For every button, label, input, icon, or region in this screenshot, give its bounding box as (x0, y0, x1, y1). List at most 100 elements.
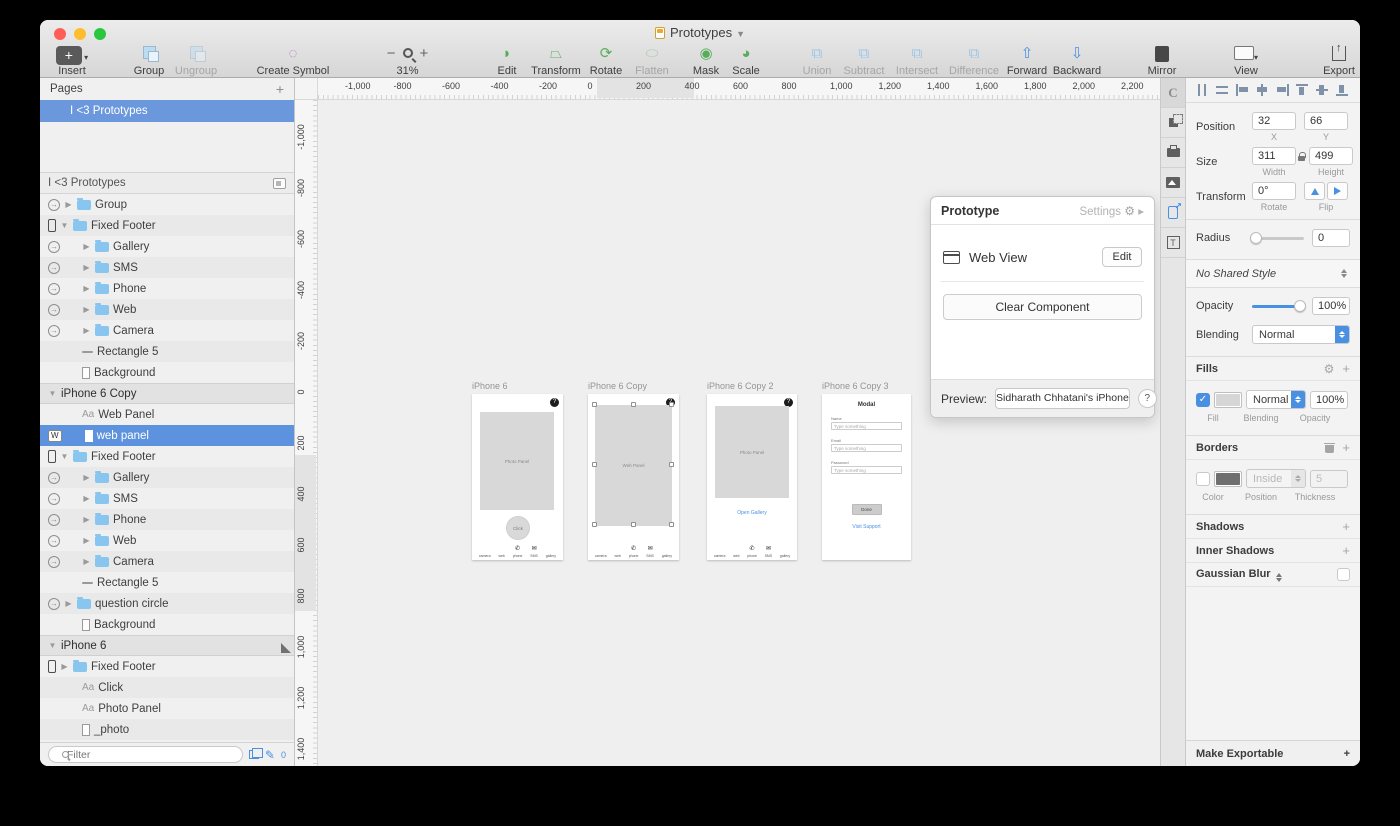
gaussian-blur-checkbox[interactable] (1337, 568, 1350, 581)
pages-toggle-icon[interactable] (249, 750, 259, 759)
footer-item-sms[interactable]: ✉SMS (646, 545, 654, 558)
done-button-shape[interactable]: Done (852, 504, 882, 515)
layer-row[interactable]: Rectangle 5 (40, 341, 294, 362)
craft-data-icon[interactable] (1161, 138, 1185, 168)
edit-button[interactable]: ◗Edit (492, 46, 522, 77)
open-gallery-link[interactable]: Open Gallery (707, 510, 797, 516)
backward-button[interactable]: ⇩Backward (1048, 46, 1106, 77)
craft-logo-icon[interactable]: C (1161, 78, 1185, 108)
disclosure-closed-icon[interactable]: ▶ (82, 305, 91, 314)
fill-settings-gear-icon[interactable]: ⚙ (1324, 362, 1335, 376)
field-input[interactable]: Type something (831, 444, 902, 452)
craft-photos-icon[interactable] (1161, 168, 1185, 198)
rotate-button[interactable]: ⟳Rotate (585, 46, 627, 77)
web-panel-shape-selected[interactable]: Web Panel (595, 405, 672, 526)
rotate-input[interactable]: 0° (1252, 182, 1296, 200)
disclosure-closed-icon[interactable]: ▶ (82, 494, 91, 503)
disclosure-open-icon[interactable]: ▼ (48, 389, 57, 398)
footer-item-camera[interactable]: camera (479, 545, 491, 558)
edit-web-view-button[interactable]: Edit (1102, 247, 1142, 267)
visit-support-link[interactable]: Visit Support (822, 524, 911, 530)
add-shadow-button[interactable]: + (1342, 519, 1350, 534)
footer-item-gallery[interactable]: gallery (546, 545, 556, 558)
artboard-list-icon[interactable] (273, 178, 286, 189)
prototype-settings-button[interactable]: Settings ⚙ ▸ (1079, 204, 1144, 218)
opacity-input[interactable]: 100% (1312, 297, 1350, 315)
size-height-input[interactable]: 499 (1309, 147, 1353, 165)
disclosure-closed-icon[interactable]: ▶ (82, 284, 91, 293)
disclosure-closed-icon[interactable]: ▶ (82, 326, 91, 335)
layer-row[interactable]: Background (40, 614, 294, 635)
group-button[interactable]: Group (128, 46, 170, 77)
radius-input[interactable]: 0 (1312, 229, 1350, 247)
size-width-input[interactable]: 311 (1252, 147, 1296, 165)
help-badge[interactable]: ? (550, 398, 559, 407)
filter-input[interactable] (48, 746, 243, 763)
footer-item-web[interactable]: web (614, 545, 620, 558)
layer-row[interactable]: →▶Gallery (40, 467, 294, 488)
disclosure-open-icon[interactable]: ▼ (60, 452, 69, 461)
border-enabled-checkbox[interactable] (1196, 472, 1210, 486)
transform-button[interactable]: ⏢Transform (525, 46, 587, 77)
edit-pencil-icon[interactable]: ✎ (265, 748, 275, 762)
layer-row[interactable]: Rectangle 5 (40, 572, 294, 593)
radius-slider[interactable] (1252, 237, 1304, 240)
layer-row[interactable]: AaWeb Panel (40, 404, 294, 425)
disclosure-open-icon[interactable]: ▼ (48, 641, 57, 650)
disclosure-closed-icon[interactable]: ▶ (60, 662, 69, 671)
disclosure-closed-icon[interactable]: ▶ (82, 536, 91, 545)
make-exportable-button[interactable]: + (1344, 748, 1350, 760)
photo-panel-shape[interactable]: Photo Panel (715, 406, 789, 498)
layer-row[interactable]: →▶Gallery (40, 236, 294, 257)
artboard-iphone6-copy2[interactable]: ? Photo Panel Open Gallery cameraweb✆pho… (707, 394, 797, 560)
layer-row[interactable]: AaClick (40, 677, 294, 698)
footer-item-web[interactable]: web (498, 545, 504, 558)
modal-field-name[interactable]: NameType something (831, 416, 902, 430)
craft-type-icon[interactable]: T (1161, 228, 1185, 258)
footer-item-sms[interactable]: ✉SMS (530, 545, 538, 558)
photo-panel-shape[interactable]: Photo Panel (480, 412, 554, 510)
layer-row[interactable]: AaPhoto Panel (40, 698, 294, 719)
disclosure-closed-icon[interactable]: ▶ (82, 557, 91, 566)
layer-row[interactable]: →▶Phone (40, 509, 294, 530)
layer-row[interactable]: →▶SMS (40, 488, 294, 509)
shared-style-dropdown[interactable]: No Shared Style (1186, 260, 1360, 288)
export-button[interactable]: Export (1318, 46, 1360, 77)
add-border-button[interactable]: + (1342, 440, 1350, 455)
field-input[interactable]: Type something (831, 422, 902, 430)
layer-row[interactable]: →▶Phone (40, 278, 294, 299)
clear-component-button[interactable]: Clear Component (943, 294, 1142, 320)
disclosure-closed-icon[interactable]: ▶ (82, 515, 91, 524)
layer-row[interactable]: _photo (40, 719, 294, 740)
layer-row[interactable]: →▶Camera (40, 551, 294, 572)
fill-blending-dropdown[interactable]: Normal (1246, 390, 1306, 409)
layer-row[interactable]: →▶Web (40, 530, 294, 551)
craft-prototype-icon[interactable] (1161, 198, 1185, 228)
craft-duplicate-icon[interactable] (1161, 108, 1185, 138)
view-button[interactable]: ▾View (1226, 46, 1266, 77)
align-center-h-icon[interactable] (1256, 84, 1269, 96)
preview-device-button[interactable]: Sidharath Chhatani's iPhone (995, 388, 1130, 409)
delete-border-icon[interactable] (1325, 443, 1334, 453)
layer-row[interactable]: →▶question circle (40, 593, 294, 614)
distribute-horizontally-icon[interactable] (1196, 84, 1209, 96)
help-button[interactable]: ? (1138, 389, 1157, 408)
blur-type-stepper[interactable] (1276, 573, 1282, 582)
distribute-vertically-icon[interactable] (1216, 84, 1229, 96)
layer-row[interactable]: →▶Group (40, 194, 294, 215)
click-button-shape[interactable]: Click (506, 516, 530, 540)
zoom-in-button[interactable]: + (420, 45, 429, 62)
flip-horizontal-button[interactable] (1304, 182, 1325, 200)
title-chevron-icon[interactable]: ▼ (736, 29, 745, 39)
modal-field-password[interactable]: PasswordType something (831, 460, 902, 474)
artboard-iphone6-copy3[interactable]: Modal NameType somethingEmailType someth… (822, 394, 911, 560)
page-item-selected[interactable]: I <3 Prototypes (40, 100, 294, 122)
fill-enabled-checkbox[interactable]: ✓ (1196, 393, 1210, 407)
disclosure-open-icon[interactable]: ▼ (60, 221, 69, 230)
disclosure-closed-icon[interactable]: ▶ (82, 473, 91, 482)
mask-button[interactable]: ◉Mask (688, 46, 724, 77)
footer-item-camera[interactable]: camera (595, 545, 607, 558)
layer-row[interactable]: ▼Fixed Footer (40, 446, 294, 467)
position-x-input[interactable]: 32 (1252, 112, 1296, 130)
add-inner-shadow-button[interactable]: + (1342, 543, 1350, 558)
